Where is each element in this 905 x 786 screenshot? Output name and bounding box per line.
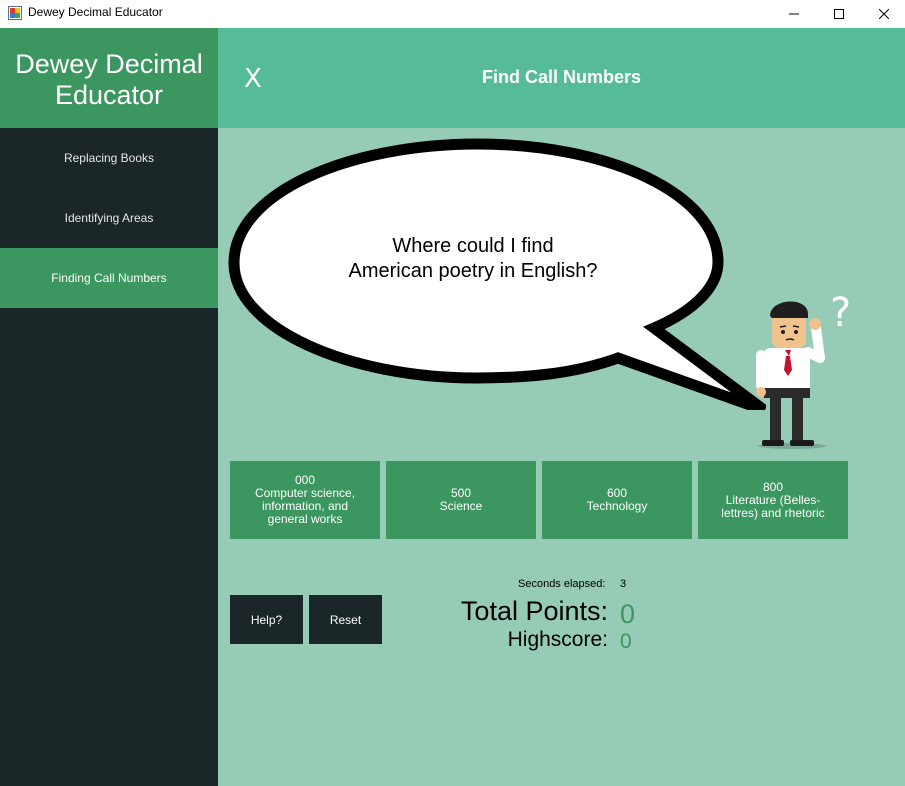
reset-button[interactable]: Reset <box>309 595 382 644</box>
total-points-label: Total Points: <box>460 596 608 626</box>
sidebar-item-identifying-areas[interactable]: Identifying Areas <box>0 188 218 248</box>
minimize-button[interactable] <box>771 0 817 28</box>
app-window-icon <box>8 6 22 20</box>
maximize-icon <box>834 9 844 19</box>
total-points-value: 0 <box>620 599 636 629</box>
choice-code: 800 <box>762 479 784 494</box>
choice-button-500[interactable]: 500 Science <box>386 461 536 539</box>
choice-name: Literature (Belles-lettres) and rhetoric <box>721 492 825 520</box>
question-line-2: American poetry in English? <box>348 260 598 282</box>
seconds-elapsed-value: 3 <box>620 578 627 590</box>
sidebar-item-replacing-books[interactable]: Replacing Books <box>0 128 218 188</box>
choice-name: Technology <box>586 499 648 513</box>
maximize-button[interactable] <box>816 0 862 28</box>
question-line-1: Where could I find <box>392 235 554 257</box>
choice-button-600[interactable]: 600 Technology <box>542 461 692 539</box>
page-title: Find Call Numbers <box>481 67 642 87</box>
confused-man-illustration: ? <box>756 290 850 449</box>
highscore-value: 0 <box>620 630 632 653</box>
window-title: Dewey Decimal Educator <box>28 5 163 19</box>
page-header: X Find Call Numbers <box>218 28 905 128</box>
app-brand: Dewey Decimal Educator <box>0 28 218 128</box>
sidebar-item-finding-call-numbers[interactable]: Finding Call Numbers <box>0 248 218 308</box>
minimize-icon <box>789 13 799 15</box>
close-window-button[interactable] <box>861 0 905 28</box>
seconds-elapsed-label: Seconds elapsed: <box>518 578 606 590</box>
choice-button-800[interactable]: 800 Literature (Belles-lettres) and rhet… <box>698 461 848 539</box>
main-panel: Where could I find American poetry in En… <box>218 128 905 786</box>
help-button[interactable]: Help? <box>230 595 303 644</box>
sidebar: Dewey Decimal Educator Replacing Books I… <box>0 28 218 786</box>
choice-name: Science <box>439 499 483 513</box>
close-icon <box>879 9 889 19</box>
question-text: Where could I find American poetry in En… <box>308 234 638 284</box>
window-titlebar: Dewey Decimal Educator <box>0 0 905 28</box>
choice-button-000[interactable]: 000 Computer science, information, and g… <box>230 461 380 539</box>
svg-text:?: ? <box>830 290 850 336</box>
choice-name: Computer science, information, and gener… <box>254 486 356 526</box>
highscore-label: Highscore: <box>507 628 608 651</box>
